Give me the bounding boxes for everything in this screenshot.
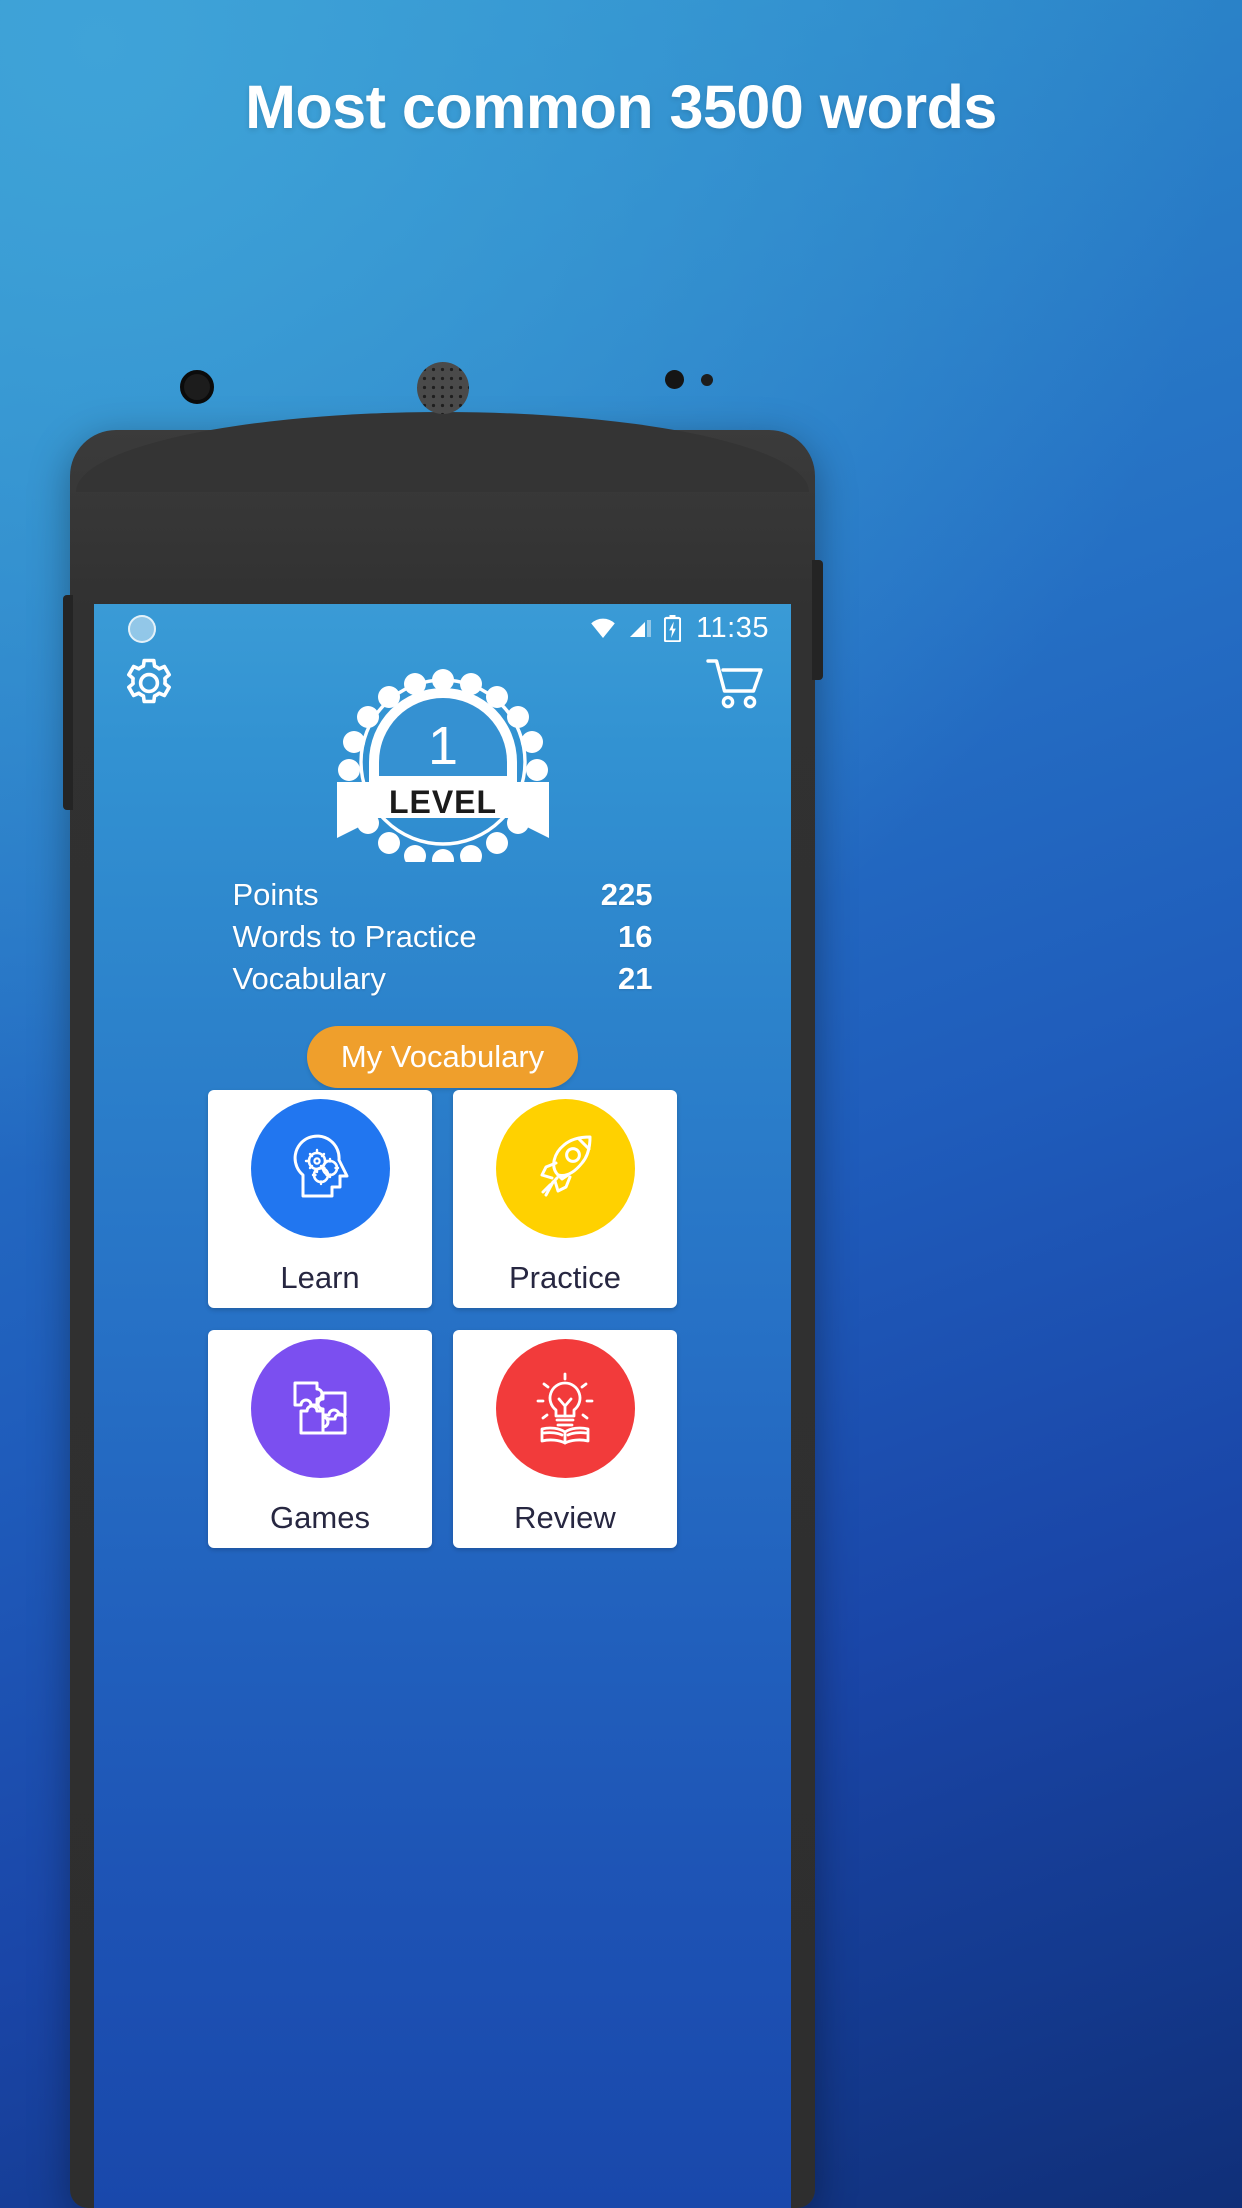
menu-card-learn[interactable]: Learn — [208, 1090, 432, 1308]
phone-volume-button — [63, 595, 73, 810]
status-bar: 11:35 — [94, 604, 791, 652]
shopping-cart-icon[interactable] — [705, 656, 765, 712]
games-icon-circle — [250, 1338, 390, 1478]
stat-value: 16 — [618, 919, 653, 954]
menu-card-games[interactable]: Games — [208, 1330, 432, 1548]
front-camera-icon — [180, 370, 214, 404]
promo-screenshot: Most common 3500 words 11:35 1 LEVEL Poi… — [0, 0, 1242, 2208]
menu-card-label: Practice — [509, 1259, 621, 1295]
stat-row-words-to-practice: Words to Practice 16 — [233, 916, 653, 958]
head-with-gears-icon — [293, 1134, 349, 1198]
stat-label: Words to Practice — [232, 919, 477, 954]
notification-dot-icon — [128, 615, 156, 643]
menu-card-review[interactable]: Review — [453, 1330, 677, 1548]
menu-card-label: Learn — [280, 1259, 360, 1295]
proximity-sensor-icon — [665, 370, 684, 389]
gear-icon[interactable] — [122, 656, 176, 710]
stats-panel: Points 225 Words to Practice 16 Vocabula… — [94, 874, 791, 1088]
phone-power-button — [812, 560, 823, 680]
badge-level-number: 1 — [427, 716, 457, 776]
battery-charging-icon — [664, 614, 682, 642]
wifi-icon — [591, 618, 615, 638]
stat-row-vocabulary: Vocabulary 21 — [233, 958, 653, 1000]
menu-card-label: Review — [514, 1499, 616, 1535]
phone-mockup: 11:35 1 LEVEL Points 225 Words to Practi… — [63, 362, 823, 2208]
cellular-signal-icon — [630, 620, 652, 637]
badge-level-label: LEVEL — [388, 784, 496, 820]
lightbulb-book-icon — [536, 1372, 594, 1445]
menu-grid: Learn Practice Games Review — [136, 1090, 749, 1548]
learn-icon-circle — [250, 1098, 390, 1238]
status-bar-right: 11:35 — [589, 604, 769, 652]
menu-card-label: Games — [270, 1499, 370, 1535]
phone-top-bezel — [76, 412, 809, 492]
light-sensor-icon — [701, 374, 713, 386]
earpiece-speaker-icon — [417, 362, 469, 414]
menu-card-practice[interactable]: Practice — [453, 1090, 677, 1308]
my-vocabulary-button[interactable]: My Vocabulary — [306, 1026, 579, 1088]
review-icon-circle — [495, 1338, 635, 1478]
practice-icon-circle — [495, 1098, 635, 1238]
stat-label: Points — [232, 877, 319, 912]
rocket-icon — [540, 1135, 592, 1197]
status-bar-clock: 11:35 — [696, 611, 769, 644]
promo-headline: Most common 3500 words — [245, 73, 997, 141]
stat-value: 225 — [600, 877, 653, 912]
stat-value: 21 — [618, 961, 653, 996]
stat-label: Vocabulary — [232, 961, 386, 996]
stat-row-points: Points 225 — [233, 874, 653, 916]
level-badge: 1 LEVEL — [336, 669, 549, 862]
puzzle-pieces-icon — [293, 1381, 347, 1435]
phone-screen: 11:35 1 LEVEL Points 225 Words to Practi… — [94, 604, 791, 2208]
